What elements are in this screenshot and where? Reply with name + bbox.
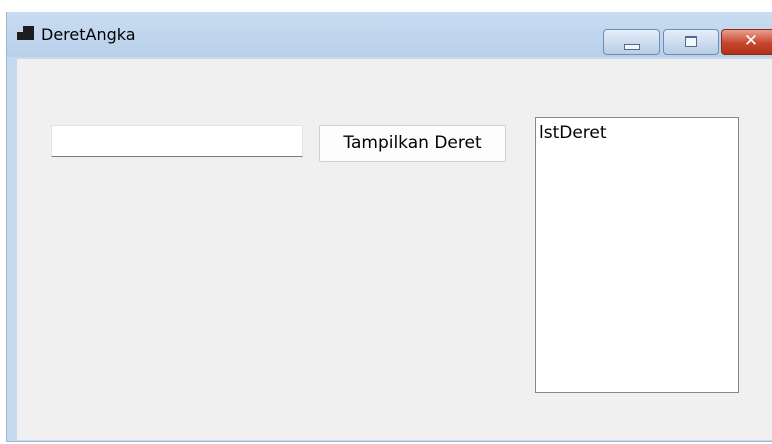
maximize-icon [685, 36, 697, 47]
app-window: DeretAngka ✕ Tampilkan Deret lstDeret [6, 12, 772, 442]
minimize-icon [624, 44, 640, 50]
list-item[interactable]: lstDeret [539, 123, 607, 143]
title-bar[interactable]: DeretAngka ✕ [7, 12, 772, 57]
maximize-button[interactable] [663, 29, 719, 55]
form-client-area: Tampilkan Deret lstDeret [17, 59, 772, 440]
window-title: DeretAngka [41, 25, 136, 44]
close-button[interactable]: ✕ [721, 29, 772, 55]
number-input[interactable] [51, 125, 303, 157]
tampilkan-deret-button[interactable]: Tampilkan Deret [319, 125, 506, 162]
close-icon: ✕ [743, 31, 759, 51]
app-window-icon [17, 26, 35, 42]
minimize-button[interactable] [603, 29, 660, 55]
deret-listbox[interactable]: lstDeret [535, 117, 739, 393]
screen: DeretAngka ✕ Tampilkan Deret lstDeret [0, 0, 772, 444]
